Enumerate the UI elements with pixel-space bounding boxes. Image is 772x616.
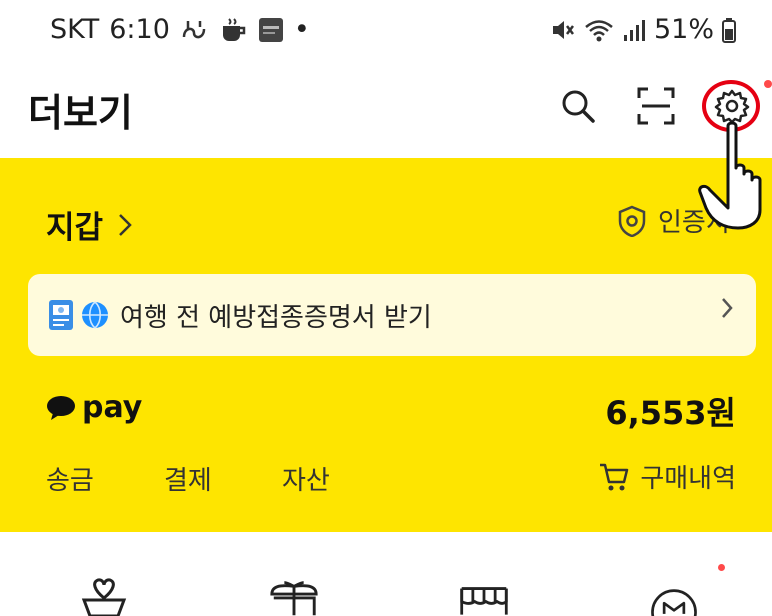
- header: 더보기: [0, 62, 772, 158]
- vaccine-banner-text: 여행 전 예방접종증명서 받기: [120, 302, 432, 333]
- shield-icon: [618, 205, 646, 237]
- document-icon: [49, 300, 73, 330]
- wallet-title-link[interactable]: 지갑: [46, 202, 133, 247]
- page-title: 더보기: [28, 91, 133, 135]
- search-button[interactable]: [554, 82, 602, 130]
- purchase-history-label: 구매내역: [640, 464, 736, 494]
- vaccine-certificate-banner[interactable]: 여행 전 예방접종증명서 받기: [28, 274, 756, 356]
- chevron-right-icon: [119, 213, 132, 236]
- wallet-card: 지갑 인증서 여행 전 예방접종증명서 받기 pay 6,553원 송금 결제 …: [0, 158, 772, 532]
- status-bar: SKT 6:10 • 51%: [0, 0, 772, 62]
- battery-percent: 51%: [653, 14, 714, 45]
- link-icon: [180, 17, 210, 43]
- action-payment[interactable]: 결제: [164, 460, 212, 497]
- notification-dot: [764, 80, 772, 88]
- store-icon[interactable]: [458, 576, 510, 616]
- scan-button[interactable]: [632, 82, 680, 130]
- hand-pointer-icon: [698, 121, 762, 230]
- app-badge-icon: [258, 17, 284, 43]
- wifi-icon: [584, 17, 614, 43]
- globe-icon: [82, 301, 108, 329]
- signal-icon: [622, 17, 646, 43]
- cart-icon: [600, 463, 629, 490]
- clock: 6:10: [109, 14, 170, 45]
- service-icon-row: [0, 532, 772, 616]
- status-left: SKT 6:10 •: [50, 14, 310, 45]
- carrier-label: SKT: [50, 14, 100, 45]
- speech-bubble-icon: [47, 395, 75, 420]
- pay-balance[interactable]: 6,553원: [605, 388, 736, 434]
- scan-icon: [637, 87, 675, 125]
- coin-m-icon[interactable]: [648, 576, 700, 616]
- mute-icon: [550, 17, 576, 43]
- wallet-title: 지갑: [46, 210, 104, 246]
- purchase-history-button[interactable]: 구매내역: [598, 458, 736, 495]
- gift-heart-icon[interactable]: [78, 576, 130, 616]
- pay-label: pay: [82, 390, 143, 425]
- pay-logo: pay: [46, 390, 142, 425]
- action-remit[interactable]: 송금: [46, 460, 94, 497]
- gift-box-icon[interactable]: [268, 576, 320, 616]
- coffee-icon: [220, 17, 248, 43]
- chevron-right-icon: [722, 298, 733, 318]
- search-icon: [562, 90, 595, 123]
- status-right: 51%: [550, 14, 736, 45]
- new-badge-dot: [718, 564, 725, 571]
- status-dot: •: [293, 14, 310, 45]
- battery-icon: [722, 17, 736, 43]
- action-assets[interactable]: 자산: [282, 460, 330, 497]
